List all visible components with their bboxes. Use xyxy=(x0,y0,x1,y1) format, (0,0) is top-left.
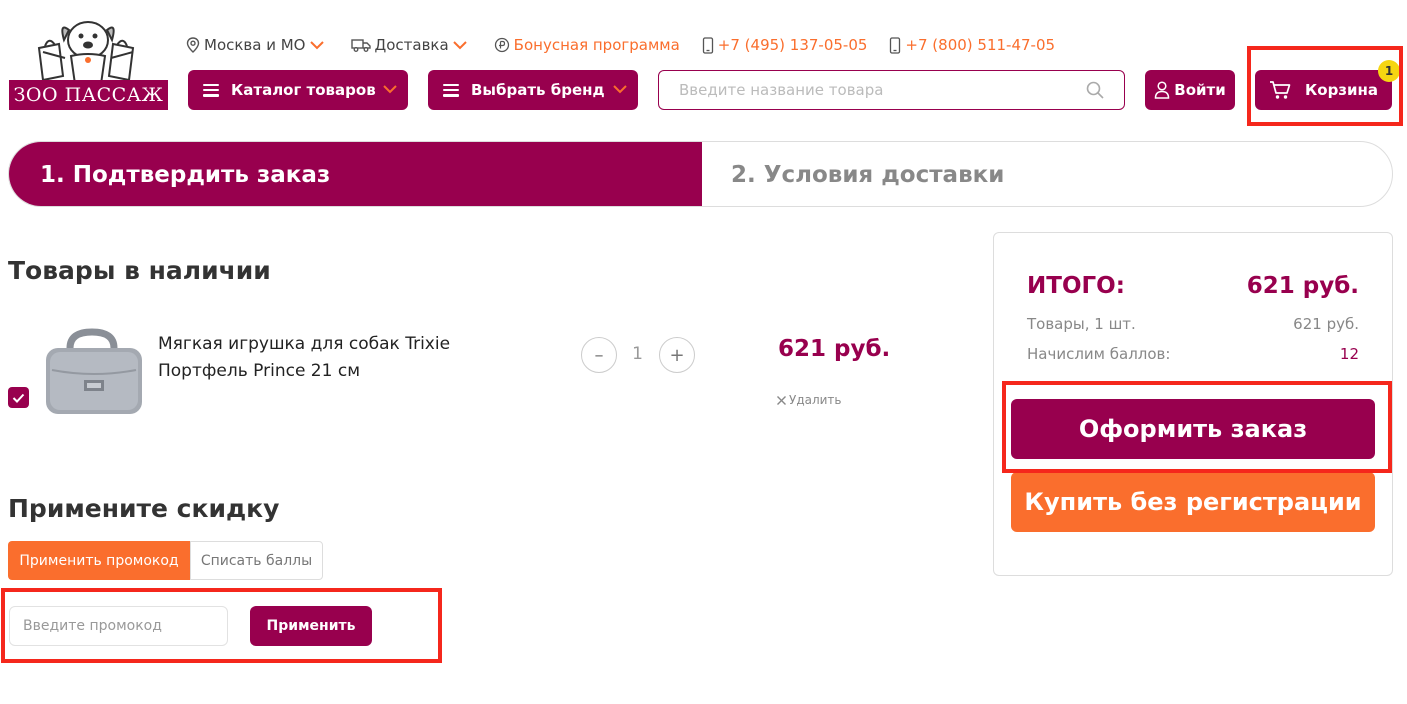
plush-briefcase-image xyxy=(46,328,142,414)
close-icon xyxy=(777,395,786,405)
goods-count-label: Товары, 1 шт. xyxy=(1027,315,1136,333)
remove-label: Удалить xyxy=(789,393,842,407)
highlight-box xyxy=(1,588,442,663)
login-button[interactable]: Войти xyxy=(1145,70,1235,110)
product-image[interactable] xyxy=(42,328,145,418)
region-label: Москва и МО xyxy=(204,36,306,54)
phone-link-2[interactable]: +7 (800) 511-47-05 xyxy=(889,36,1055,54)
delivery-label: Доставка xyxy=(374,36,449,54)
region-selector[interactable]: Москва и МО xyxy=(186,36,329,54)
chevron-down-icon xyxy=(452,41,467,50)
chevron-down-icon xyxy=(613,85,627,94)
goods-sum-value: 621 руб. xyxy=(1293,315,1359,333)
phone-link-1[interactable]: +7 (495) 137-05-05 xyxy=(702,36,868,54)
catalog-label: Каталог товаров xyxy=(231,81,376,99)
total-value: 621 руб. xyxy=(1246,273,1359,299)
buy-without-registration-button[interactable]: Купить без регистрации xyxy=(1011,472,1375,532)
bonus-label: Бонусная программа xyxy=(513,36,680,54)
chevron-down-icon xyxy=(309,41,324,50)
search-box xyxy=(658,70,1125,110)
brand-select-button[interactable]: Выбрать бренд xyxy=(428,70,638,110)
logo-text: ЗОО ПАССАЖ xyxy=(9,80,168,110)
search-icon[interactable] xyxy=(1086,81,1104,99)
brand-select-label: Выбрать бренд xyxy=(471,81,605,99)
product-name[interactable]: Мягкая игрушка для собак Trixie Портфель… xyxy=(158,331,458,385)
menu-icon xyxy=(443,83,459,97)
quantity-value: 1 xyxy=(632,344,643,364)
step-confirm-order[interactable]: 1. Подтвердить заказ xyxy=(9,142,702,206)
top-info-bar: Москва и МО Доставка Бонусная программа … xyxy=(186,34,1077,56)
dog-mascot-icon xyxy=(37,21,135,84)
step-delivery-conditions[interactable]: 2. Условия доставки xyxy=(731,142,1004,206)
login-label: Войти xyxy=(1174,81,1226,99)
checkmark-icon xyxy=(12,393,25,403)
truck-icon xyxy=(350,39,371,52)
site-logo[interactable]: ЗОО ПАССАЖ xyxy=(9,14,168,110)
discount-title: Примените скидку xyxy=(8,494,280,523)
total-label: ИТОГО: xyxy=(1027,273,1125,299)
delivery-menu[interactable]: Доставка xyxy=(350,36,472,54)
tab-spend-points[interactable]: Списать баллы xyxy=(190,541,323,580)
remove-item-link[interactable]: Удалить xyxy=(776,393,842,407)
in-stock-title: Товары в наличии xyxy=(8,256,271,285)
product-price: 621 руб. xyxy=(778,336,891,362)
search-input[interactable] xyxy=(659,71,1059,109)
tab-apply-promocode[interactable]: Применить промокод xyxy=(8,541,190,580)
phone-icon xyxy=(702,36,713,54)
points-label: Начислим баллов: xyxy=(1027,345,1171,363)
bonus-program-link[interactable]: Бонусная программа xyxy=(494,36,680,54)
quantity-decrease-button[interactable]: – xyxy=(581,337,617,373)
highlight-box xyxy=(1247,46,1403,126)
chevron-down-icon xyxy=(383,85,397,94)
menu-icon xyxy=(203,83,219,97)
catalog-button[interactable]: Каталог товаров xyxy=(188,70,408,110)
phone-icon xyxy=(890,36,901,54)
highlight-box xyxy=(1002,381,1392,473)
ruble-coin-icon xyxy=(494,37,509,53)
phone-number-1: +7 (495) 137-05-05 xyxy=(717,36,868,54)
location-pin-icon xyxy=(186,37,200,53)
user-icon xyxy=(1155,81,1170,99)
product-select-checkbox[interactable] xyxy=(8,387,29,408)
phone-number-2: +7 (800) 511-47-05 xyxy=(905,36,1056,54)
quantity-increase-button[interactable]: + xyxy=(659,337,695,373)
checkout-steps: 1. Подтвердить заказ 2. Условия доставки xyxy=(8,141,1393,207)
points-value: 12 xyxy=(1339,345,1359,363)
